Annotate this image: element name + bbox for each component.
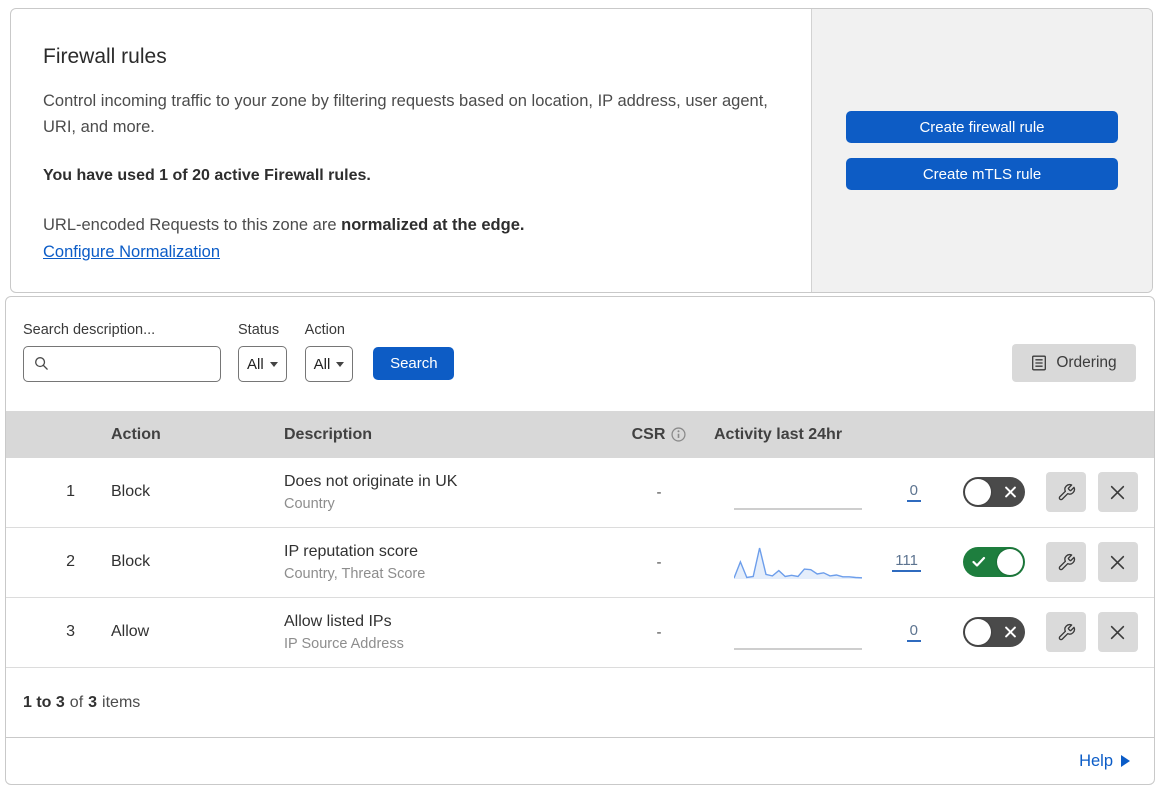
wrench-icon [1058, 623, 1075, 641]
edit-rule-button[interactable] [1046, 542, 1086, 583]
edit-rule-button[interactable] [1046, 472, 1086, 513]
normalization-text: URL-encoded Requests to this zone are no… [43, 216, 525, 234]
chevron-down-icon [336, 361, 345, 367]
close-icon [1110, 485, 1125, 500]
action-filter-group: Action All [304, 322, 354, 382]
rule-priority: 2 [66, 553, 75, 571]
activity-sparkline [734, 548, 862, 580]
toggle-knob [965, 479, 991, 506]
rule-action: Block [111, 483, 151, 501]
overview-description: Control incoming traffic to your zone by… [43, 92, 768, 136]
table-row: 2 Block IP reputation score Country, Thr… [6, 528, 1154, 598]
create-mtls-rule-button[interactable]: Create mTLS rule [846, 158, 1118, 190]
toggle-knob [997, 549, 1023, 576]
actions-panel: Create firewall rule Create mTLS rule [811, 9, 1152, 292]
activity-count-link[interactable]: 0 [906, 622, 921, 643]
rule-description: IP reputation score [284, 542, 419, 560]
column-header-activity: Activity last 24hr [714, 425, 843, 443]
activity-sparkline [734, 648, 862, 650]
close-icon [1110, 625, 1125, 640]
table-header-row: Action Description CSR Activity last 24h… [6, 411, 1154, 458]
x-icon [1005, 487, 1016, 498]
chevron-down-icon [269, 361, 278, 367]
ordering-button[interactable]: Ordering [1012, 344, 1136, 382]
search-input-wrap [23, 346, 221, 382]
delete-rule-button[interactable] [1097, 612, 1138, 653]
column-header-csr: CSR [604, 426, 714, 444]
table-body: 1 Block Does not originate in UK Country… [6, 458, 1154, 668]
check-icon [972, 557, 986, 568]
rule-csr-value: - [656, 623, 662, 641]
wrench-icon [1058, 483, 1075, 501]
arrow-right-icon [1121, 755, 1130, 768]
activity-count-link[interactable]: 0 [906, 482, 921, 503]
search-button[interactable]: Search [373, 347, 455, 380]
rule-priority: 3 [66, 623, 75, 641]
help-bar: Help [6, 738, 1154, 784]
rule-description: Allow listed IPs [284, 612, 392, 630]
configure-normalization-link[interactable]: Configure Normalization [43, 243, 220, 261]
column-header-action: Action [111, 425, 161, 443]
rule-fields: Country [284, 495, 335, 512]
firewall-rules-card: Search description... Status All Action … [5, 296, 1155, 785]
firewall-overview-card: Firewall rules Control incoming traffic … [10, 8, 1153, 293]
rule-enabled-toggle[interactable] [963, 617, 1025, 648]
search-label: Search description... [23, 322, 156, 338]
wrench-icon [1058, 553, 1075, 571]
items-count-footer: 1 to 3 of 3 items [6, 668, 1154, 739]
status-filter-group: Status All [238, 322, 287, 382]
rule-enabled-toggle[interactable] [963, 477, 1025, 508]
close-icon [1110, 555, 1125, 570]
x-icon [1005, 627, 1016, 638]
filter-bar: Search description... Status All Action … [6, 297, 1154, 411]
rule-fields: Country, Threat Score [284, 565, 426, 582]
delete-rule-button[interactable] [1097, 542, 1138, 583]
search-group: Search description... [23, 322, 221, 382]
ordering-list-icon [1032, 355, 1047, 371]
overview-content: Firewall rules Control incoming traffic … [11, 9, 811, 292]
page-title: Firewall rules [43, 45, 167, 68]
table-row: 3 Allow Allow listed IPs IP Source Addre… [6, 598, 1154, 668]
rule-priority: 1 [66, 483, 75, 501]
delete-rule-button[interactable] [1097, 472, 1138, 513]
usage-text: You have used 1 of 20 active Firewall ru… [43, 167, 371, 184]
search-icon [35, 357, 48, 370]
rule-action: Allow [111, 623, 150, 641]
info-icon[interactable] [671, 427, 686, 442]
activity-sparkline [734, 508, 862, 510]
action-label: Action [304, 322, 345, 338]
rule-csr-value: - [656, 553, 662, 571]
status-label: Status [238, 322, 280, 338]
status-select[interactable]: All [238, 346, 287, 382]
rule-csr-value: - [656, 483, 662, 501]
rule-enabled-toggle[interactable] [963, 547, 1025, 578]
create-firewall-rule-button[interactable]: Create firewall rule [846, 111, 1118, 143]
rule-description: Does not originate in UK [284, 472, 458, 490]
help-link[interactable]: Help [1079, 752, 1130, 771]
rule-fields: IP Source Address [284, 635, 404, 652]
toggle-knob [965, 619, 991, 646]
rule-action: Block [111, 553, 151, 571]
activity-count-link[interactable]: 111 [892, 552, 921, 573]
table-row: 1 Block Does not originate in UK Country… [6, 458, 1154, 528]
edit-rule-button[interactable] [1046, 612, 1086, 653]
search-input[interactable] [23, 346, 221, 382]
action-select[interactable]: All [304, 346, 354, 382]
column-header-description: Description [284, 425, 373, 443]
